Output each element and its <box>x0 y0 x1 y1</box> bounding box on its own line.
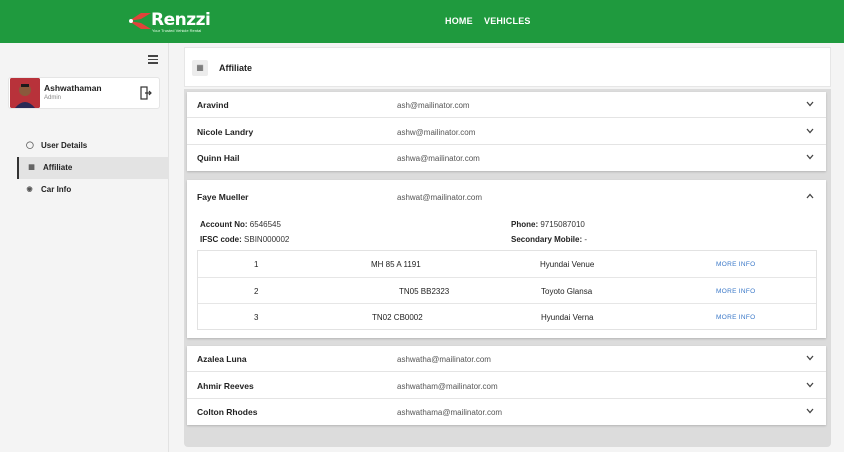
secondary-mobile: Secondary Mobile: - <box>511 235 588 244</box>
logo-tagline: Your Trusted Vehicle Rental <box>152 28 202 33</box>
affiliate-name: Azalea Luna <box>197 354 247 364</box>
affiliate-email: ash@mailinator.com <box>397 101 470 110</box>
affiliate-name: Aravind <box>197 100 229 110</box>
affiliate-row-expanded[interactable]: Faye Mueller ashwat@mailinator.com <box>187 184 826 210</box>
table-row: 3 TN02 CB0002 Hyundai Verna MORE INFO <box>198 304 816 331</box>
affiliate-row[interactable]: Nicole Landry ashw@mailinator.com <box>187 119 826 145</box>
sidebar-item-label: User Details <box>41 141 88 150</box>
calculator-icon: ▦ <box>28 164 35 171</box>
affiliate-email: ashw@mailinator.com <box>397 127 476 137</box>
chevron-down-icon[interactable] <box>806 382 814 388</box>
hamburger-menu-icon[interactable] <box>148 55 158 64</box>
ifsc-code: IFSC code: SBIN000002 <box>200 235 290 244</box>
top-navbar: Renzzi Your Trusted Vehicle Rental HOME … <box>0 0 844 43</box>
vehicle-plate: MH 85 A 1191 <box>371 260 421 269</box>
vehicle-plate: TN02 CB0002 <box>372 313 423 322</box>
chevron-down-icon[interactable] <box>806 408 814 414</box>
vehicle-index: 1 <box>254 260 259 269</box>
chevron-down-icon[interactable] <box>806 128 814 134</box>
nav-vehicles-link[interactable]: VEHICLES <box>484 16 531 26</box>
page-title: Affiliate <box>219 63 253 73</box>
more-info-link[interactable]: MORE INFO <box>716 314 756 321</box>
affiliate-email: ashwatha@mailinator.com <box>397 355 491 364</box>
affiliate-name: Ahmir Reeves <box>197 380 254 391</box>
profile-role: Admin <box>44 95 62 101</box>
affiliate-group-bottom: Azalea Luna ashwatha@mailinator.com Ahmi… <box>187 346 826 425</box>
logout-icon[interactable] <box>140 86 152 100</box>
account-number: Account No: 6546545 <box>200 220 281 229</box>
logo-mark-icon <box>129 13 151 29</box>
sidebar-item-label: Affiliate <box>43 163 73 172</box>
more-info-link[interactable]: MORE INFO <box>716 261 756 268</box>
chevron-up-icon[interactable] <box>806 193 814 199</box>
affiliate-name: Quinn Hail <box>197 153 240 163</box>
table-row: 2 TN05 BB2323 Toyoto Glansa MORE INFO <box>198 278 816 304</box>
affiliate-row[interactable]: Colton Rhodes ashwathama@mailinator.com <box>187 399 826 425</box>
calculator-icon: ▦ <box>192 60 208 76</box>
affiliate-row[interactable]: Ahmir Reeves ashwatham@mailinator.com <box>187 373 826 399</box>
logo-text: Renzzi <box>151 10 211 30</box>
affiliate-name: Nicole Landry <box>197 126 254 137</box>
chevron-down-icon[interactable] <box>806 154 814 160</box>
affiliate-email: ashwat@mailinator.com <box>397 193 483 202</box>
car-icon: ◉ <box>26 186 33 193</box>
affiliate-expanded-card: Faye Mueller ashwat@mailinator.com Accou… <box>187 180 826 338</box>
vehicle-table: 1 MH 85 A 1191 Hyundai Venue MORE INFO 2… <box>197 250 817 330</box>
sidebar-item-label: Car Info <box>41 185 72 194</box>
vehicle-model: Hyundai Venue <box>540 260 595 269</box>
sidebar-item-car-info[interactable]: ◉ Car Info <box>17 179 169 201</box>
affiliate-group-top: Aravind ash@mailinator.com Nicole Landry… <box>187 92 826 171</box>
phone: Phone: 9715087010 <box>511 220 585 229</box>
vehicle-model: Hyundai Verna <box>541 313 594 322</box>
more-info-link[interactable]: MORE INFO <box>716 288 756 295</box>
chevron-down-icon[interactable] <box>806 355 814 361</box>
profile-name: Ashwathaman <box>44 83 102 93</box>
profile-card: Ashwathaman Admin <box>8 77 160 109</box>
vehicle-index: 2 <box>254 286 259 296</box>
affiliate-email: ashwa@mailinator.com <box>397 154 480 163</box>
affiliate-email: ashwatham@mailinator.com <box>397 381 498 391</box>
vehicle-model: Toyoto Glansa <box>541 286 593 296</box>
sidebar-item-affiliate[interactable]: ▦ Affiliate <box>17 157 169 179</box>
affiliate-email: ashwathama@mailinator.com <box>397 408 503 417</box>
affiliate-name: Colton Rhodes <box>197 407 258 417</box>
renzzi-logo[interactable]: Renzzi Your Trusted Vehicle Rental <box>127 6 211 36</box>
affiliate-row[interactable]: Aravind ash@mailinator.com <box>187 92 826 118</box>
affiliate-name: Faye Mueller <box>197 192 249 202</box>
affiliate-row[interactable]: Quinn Hail ashwa@mailinator.com <box>187 145 826 171</box>
affiliate-row[interactable]: Azalea Luna ashwatha@mailinator.com <box>187 346 826 372</box>
sidebar-item-user-details[interactable]: ◯ User Details <box>17 135 169 157</box>
user-icon: ◯ <box>26 142 34 149</box>
chevron-down-icon[interactable] <box>806 101 814 107</box>
vehicle-index: 3 <box>254 313 259 322</box>
nav-home-link[interactable]: HOME <box>445 16 473 26</box>
sidebar: Ashwathaman Admin ◯ User Details ▦ Affil… <box>0 43 169 452</box>
vehicle-plate: TN05 BB2323 <box>399 286 450 296</box>
page-header: ▦ Affiliate <box>184 47 831 87</box>
avatar <box>10 78 40 108</box>
table-row: 1 MH 85 A 1191 Hyundai Venue MORE INFO <box>198 251 816 278</box>
